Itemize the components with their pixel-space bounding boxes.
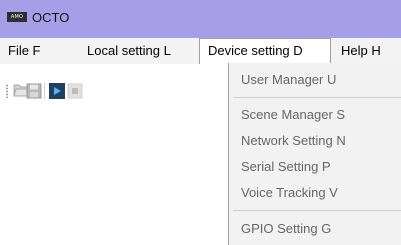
menu-item-network-setting[interactable]: Network Setting N	[241, 131, 346, 151]
menu-item-gpio-setting[interactable]: GPIO Setting G	[241, 219, 331, 239]
device-setting-dropdown: User Manager U Scene Manager S Network S…	[228, 63, 401, 245]
menu-item-scene-manager[interactable]: Scene Manager S	[241, 105, 345, 125]
menu-item-user-manager[interactable]: User Manager U	[241, 70, 336, 90]
menu-bar: File F Local setting L Device setting D …	[0, 38, 401, 64]
title-bar: AMO OCTO	[0, 0, 401, 38]
app-logo: AMO	[7, 12, 27, 22]
menu-separator	[233, 210, 401, 211]
menu-separator	[233, 97, 401, 98]
stop-icon[interactable]	[67, 83, 83, 99]
toolbar-grip[interactable]	[6, 84, 8, 98]
menu-item-serial-setting[interactable]: Serial Setting P	[241, 157, 331, 177]
toolbar	[0, 64, 232, 116]
window-title: OCTO	[32, 10, 70, 25]
play-icon[interactable]	[49, 83, 65, 99]
menu-help[interactable]: Help H	[341, 38, 381, 64]
menu-device-setting[interactable]: Device setting D	[199, 38, 331, 64]
menu-local-setting[interactable]: Local setting L	[87, 38, 171, 64]
menu-file[interactable]: File F	[8, 38, 41, 64]
toolbar-separator	[44, 83, 45, 99]
menu-item-voice-tracking[interactable]: Voice Tracking V	[241, 183, 338, 203]
save-icon[interactable]	[26, 83, 42, 99]
